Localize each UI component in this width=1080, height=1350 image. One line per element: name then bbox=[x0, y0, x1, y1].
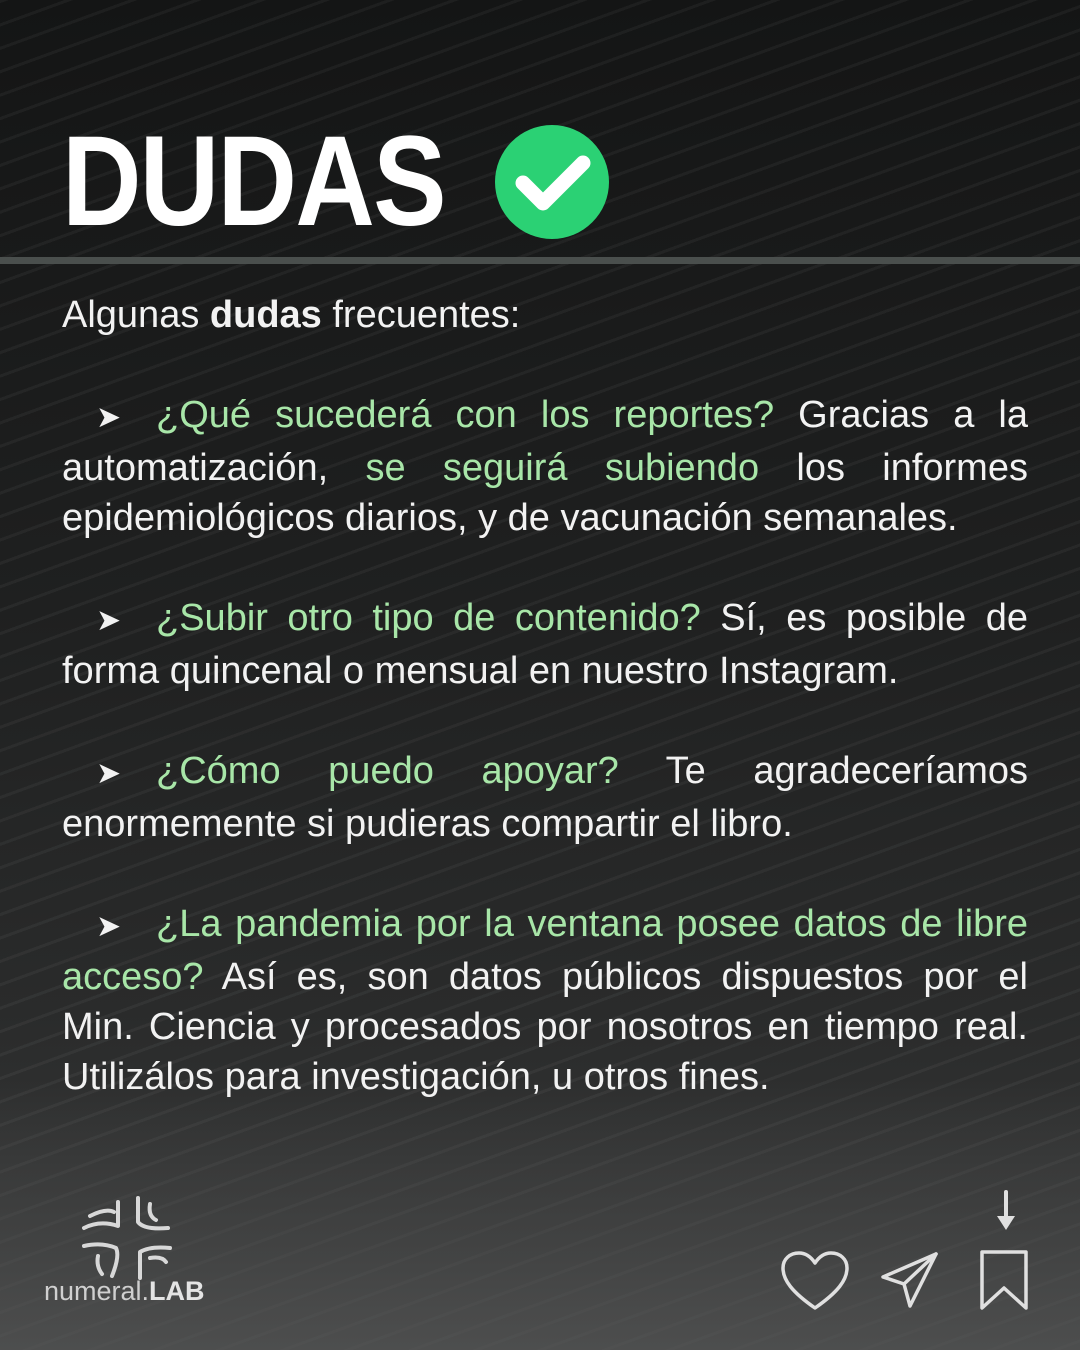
post-actions bbox=[780, 1188, 1040, 1318]
faq-question: ¿Subir otro tipo de contenido? bbox=[156, 597, 701, 639]
send-icon[interactable] bbox=[880, 1250, 940, 1310]
faq-item: ➤ ¿Subir otro tipo de contenido? Sí, es p… bbox=[62, 593, 1028, 696]
intro-bold: dudas bbox=[209, 294, 322, 336]
faq-question: ¿Cómo puedo apoyar? bbox=[156, 750, 619, 792]
intro-prefix: Algunas bbox=[62, 294, 210, 336]
logo-text-light: numeral. bbox=[44, 1276, 150, 1306]
intro-suffix: frecuentes: bbox=[321, 294, 521, 336]
faq-question: ¿Qué sucederá con los reportes? bbox=[156, 394, 775, 436]
logo-mark-icon bbox=[82, 1196, 172, 1280]
bullet-arrow-icon: ➤ bbox=[96, 757, 122, 790]
header-divider bbox=[0, 257, 1080, 264]
brand-logo: numeral.LAB bbox=[44, 1190, 214, 1320]
faq-answer-highlight: se seguirá subiendo bbox=[365, 447, 760, 489]
header: DUDAS bbox=[62, 110, 610, 253]
faq-item: ➤ ¿Cómo puedo apoyar? Te agradeceríamos e… bbox=[62, 746, 1028, 849]
faq-content: Algunas dudas frecuentes: ➤ ¿Qué sucederá… bbox=[62, 290, 1028, 1102]
bookmark-icon[interactable] bbox=[978, 1248, 1030, 1314]
faq-item: ➤ ¿La pandemia por la ventana posee datos… bbox=[62, 899, 1028, 1102]
faq-item: ➤ ¿Qué sucederá con los reportes? Gracias… bbox=[62, 390, 1028, 543]
bullet-arrow-icon: ➤ bbox=[96, 401, 122, 434]
check-circle-icon bbox=[495, 125, 610, 239]
arrow-down-icon bbox=[997, 1190, 1015, 1230]
page-title: DUDAS bbox=[62, 110, 447, 253]
faq-answer: Así es, son datos públicos dispuestos po… bbox=[62, 956, 1028, 1098]
heart-icon[interactable] bbox=[780, 1250, 850, 1312]
intro-text: Algunas dudas frecuentes: bbox=[62, 290, 1028, 340]
bullet-arrow-icon: ➤ bbox=[96, 604, 122, 637]
logo-text: numeral.LAB bbox=[44, 1276, 205, 1307]
bullet-arrow-icon: ➤ bbox=[96, 910, 122, 943]
logo-text-bold: LAB bbox=[149, 1276, 205, 1306]
